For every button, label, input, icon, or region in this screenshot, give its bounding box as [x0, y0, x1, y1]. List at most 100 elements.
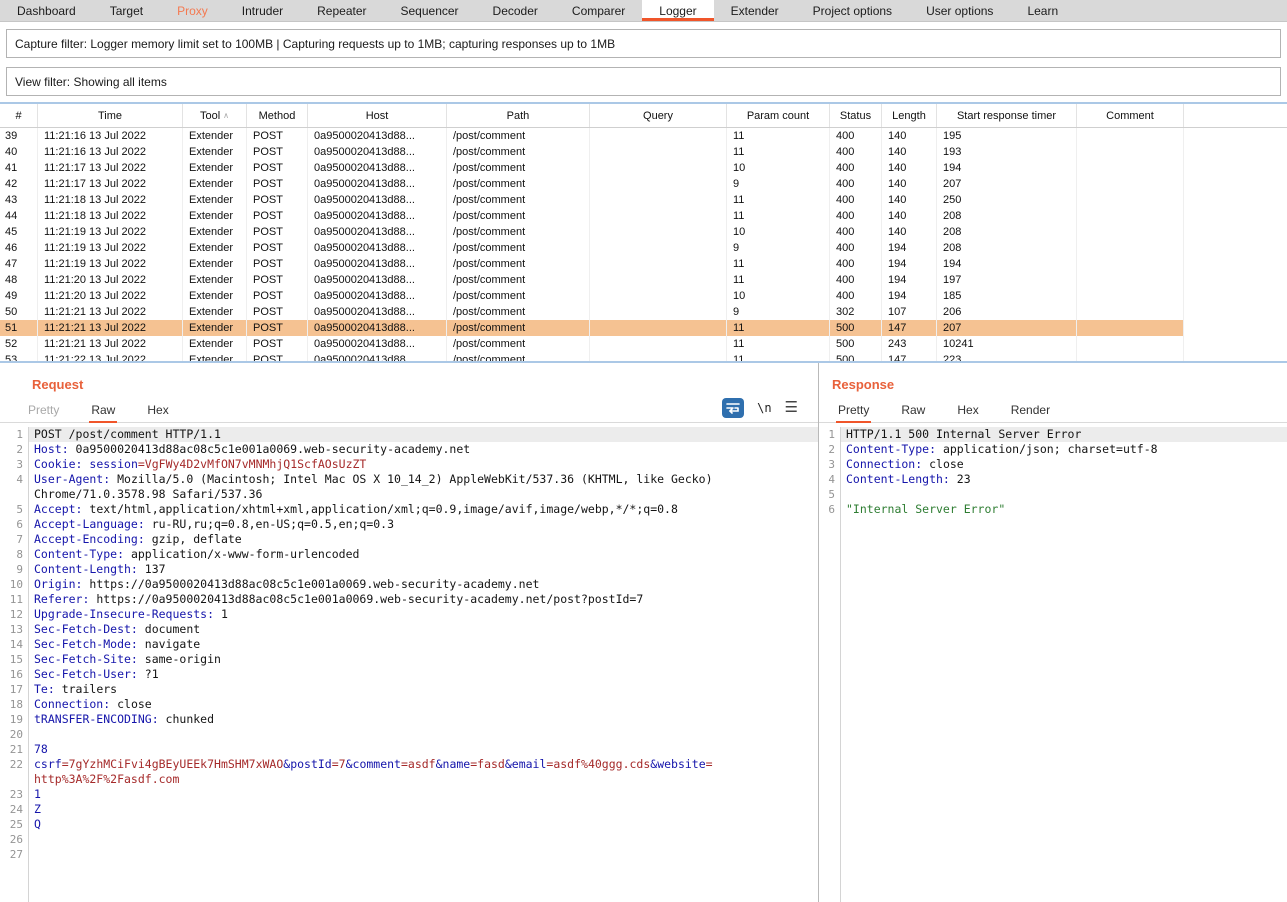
column-header-tool[interactable]: Tool∧	[183, 104, 247, 127]
cell-length: 140	[882, 128, 937, 144]
response-tab-pretty[interactable]: Pretty	[836, 403, 871, 422]
code-content: Te: trailers	[28, 682, 818, 697]
cell-filler	[1184, 224, 1287, 240]
cell-method: POST	[247, 224, 308, 240]
message-panels: Request PrettyRawHex \n ☰ 1POST	[0, 363, 1287, 902]
column-header-length[interactable]: Length	[882, 104, 937, 127]
capture-filter-bar[interactable]: Capture filter: Logger memory limit set …	[6, 29, 1281, 58]
column-header-param-count[interactable]: Param count	[727, 104, 830, 127]
response-tab-hex[interactable]: Hex	[955, 403, 980, 422]
code-text: Referer: https://0a9500020413d88ac08c5c1…	[34, 592, 734, 607]
response-title: Response	[832, 377, 1287, 392]
request-editor[interactable]: 1POST /post/comment HTTP/1.12Host: 0a950…	[0, 427, 818, 902]
nav-tab-project-options[interactable]: Project options	[796, 0, 909, 21]
table-row[interactable]: 5311:21:22 13 Jul 2022ExtenderPOST0a9500…	[0, 352, 1287, 361]
response-tab-raw[interactable]: Raw	[899, 403, 927, 422]
nav-tab-learn[interactable]: Learn	[1010, 0, 1075, 21]
cell-timer: 10241	[937, 336, 1077, 352]
request-tab-pretty[interactable]: Pretty	[26, 403, 61, 422]
code-segment: Referer:	[34, 592, 89, 606]
column-header-start-response-timer[interactable]: Start response timer	[937, 104, 1077, 127]
column-header--[interactable]: #	[0, 104, 38, 127]
view-filter-bar[interactable]: View filter: Showing all items	[6, 67, 1281, 96]
column-header-status[interactable]: Status	[830, 104, 882, 127]
code-segment: Cookie:	[34, 457, 82, 471]
nav-tab-comparer[interactable]: Comparer	[555, 0, 642, 21]
code-text: "Internal Server Error"	[846, 502, 1287, 517]
cell-params: 11	[727, 352, 830, 361]
cell-tool: Extender	[183, 320, 247, 336]
code-text: Q	[34, 817, 734, 832]
table-row[interactable]: 4411:21:18 13 Jul 2022ExtenderPOST0a9500…	[0, 208, 1287, 224]
table-row[interactable]: 4011:21:16 13 Jul 2022ExtenderPOST0a9500…	[0, 144, 1287, 160]
request-toolbar: \n ☰	[722, 398, 798, 418]
column-label: Comment	[1106, 110, 1154, 122]
nav-tab-sequencer[interactable]: Sequencer	[384, 0, 476, 21]
cell-host: 0a9500020413d88...	[308, 256, 447, 272]
line-number: 5	[819, 487, 840, 502]
table-row[interactable]: 4811:21:20 13 Jul 2022ExtenderPOST0a9500…	[0, 272, 1287, 288]
cell-timer: 208	[937, 208, 1077, 224]
code-line: 12Upgrade-Insecure-Requests: 1	[0, 607, 818, 622]
request-panel: Request PrettyRawHex \n ☰ 1POST	[0, 363, 818, 902]
cell-method: POST	[247, 256, 308, 272]
newline-toggle[interactable]: \n	[757, 401, 771, 415]
code-line: 24Z	[0, 802, 818, 817]
table-row[interactable]: 3911:21:16 13 Jul 2022ExtenderPOST0a9500…	[0, 128, 1287, 144]
request-tab-hex[interactable]: Hex	[145, 403, 170, 422]
nav-tab-intruder[interactable]: Intruder	[225, 0, 300, 21]
code-segment: text/html,application/xhtml+xml,applicat…	[82, 502, 677, 516]
code-segment: &website	[650, 757, 705, 771]
editor-menu-icon[interactable]: ☰	[785, 401, 798, 415]
table-row[interactable]: 4711:21:19 13 Jul 2022ExtenderPOST0a9500…	[0, 256, 1287, 272]
nav-tab-extender[interactable]: Extender	[714, 0, 796, 21]
cell-method: POST	[247, 160, 308, 176]
cell-params: 11	[727, 208, 830, 224]
code-segment: Sec-Fetch-Dest:	[34, 622, 138, 636]
table-row[interactable]: 4911:21:20 13 Jul 2022ExtenderPOST0a9500…	[0, 288, 1287, 304]
cell-method: POST	[247, 320, 308, 336]
code-content	[28, 727, 818, 742]
table-row[interactable]: 5211:21:21 13 Jul 2022ExtenderPOST0a9500…	[0, 336, 1287, 352]
code-text: Z	[34, 802, 734, 817]
cell-n: 43	[0, 192, 38, 208]
nav-tab-logger[interactable]: Logger	[642, 0, 713, 21]
code-content	[28, 847, 818, 862]
cell-query	[590, 144, 727, 160]
table-row[interactable]: 4311:21:18 13 Jul 2022ExtenderPOST0a9500…	[0, 192, 1287, 208]
response-editor[interactable]: 1HTTP/1.1 500 Internal Server Error2Cont…	[819, 427, 1287, 902]
column-header-path[interactable]: Path	[447, 104, 590, 127]
request-tab-raw[interactable]: Raw	[89, 403, 117, 422]
table-row[interactable]: 4211:21:17 13 Jul 2022ExtenderPOST0a9500…	[0, 176, 1287, 192]
cell-status: 400	[830, 272, 882, 288]
table-row[interactable]: 4511:21:19 13 Jul 2022ExtenderPOST0a9500…	[0, 224, 1287, 240]
table-row[interactable]: 4111:21:17 13 Jul 2022ExtenderPOST0a9500…	[0, 160, 1287, 176]
nav-tab-user-options[interactable]: User options	[909, 0, 1010, 21]
nav-tab-decoder[interactable]: Decoder	[476, 0, 555, 21]
code-line: 16Sec-Fetch-User: ?1	[0, 667, 818, 682]
table-row[interactable]: 5011:21:21 13 Jul 2022ExtenderPOST0a9500…	[0, 304, 1287, 320]
cell-method: POST	[247, 288, 308, 304]
code-segment: 1	[214, 607, 228, 621]
code-content	[840, 487, 1287, 502]
table-row[interactable]: 4611:21:19 13 Jul 2022ExtenderPOST0a9500…	[0, 240, 1287, 256]
column-header-method[interactable]: Method	[247, 104, 308, 127]
column-header-comment[interactable]: Comment	[1077, 104, 1184, 127]
column-header-time[interactable]: Time	[38, 104, 183, 127]
nav-tab-proxy[interactable]: Proxy	[160, 0, 225, 21]
response-tabs: Pretty Raw Hex Render	[819, 401, 1287, 423]
cell-path: /post/comment	[447, 288, 590, 304]
code-content: Origin: https://0a9500020413d88ac08c5c1e…	[28, 577, 818, 592]
table-row-selected[interactable]: 5111:21:21 13 Jul 2022ExtenderPOST0a9500…	[0, 320, 1287, 336]
column-header-query[interactable]: Query	[590, 104, 727, 127]
pretty-print-button[interactable]	[722, 398, 744, 418]
nav-tab-dashboard[interactable]: Dashboard	[0, 0, 93, 21]
cell-filler	[1184, 176, 1287, 192]
cell-host: 0a9500020413d88...	[308, 240, 447, 256]
nav-tab-target[interactable]: Target	[93, 0, 160, 21]
nav-tab-repeater[interactable]: Repeater	[300, 0, 383, 21]
code-segment: 137	[138, 562, 166, 576]
cell-params: 11	[727, 144, 830, 160]
response-tab-render[interactable]: Render	[1009, 403, 1052, 422]
column-header-host[interactable]: Host	[308, 104, 447, 127]
